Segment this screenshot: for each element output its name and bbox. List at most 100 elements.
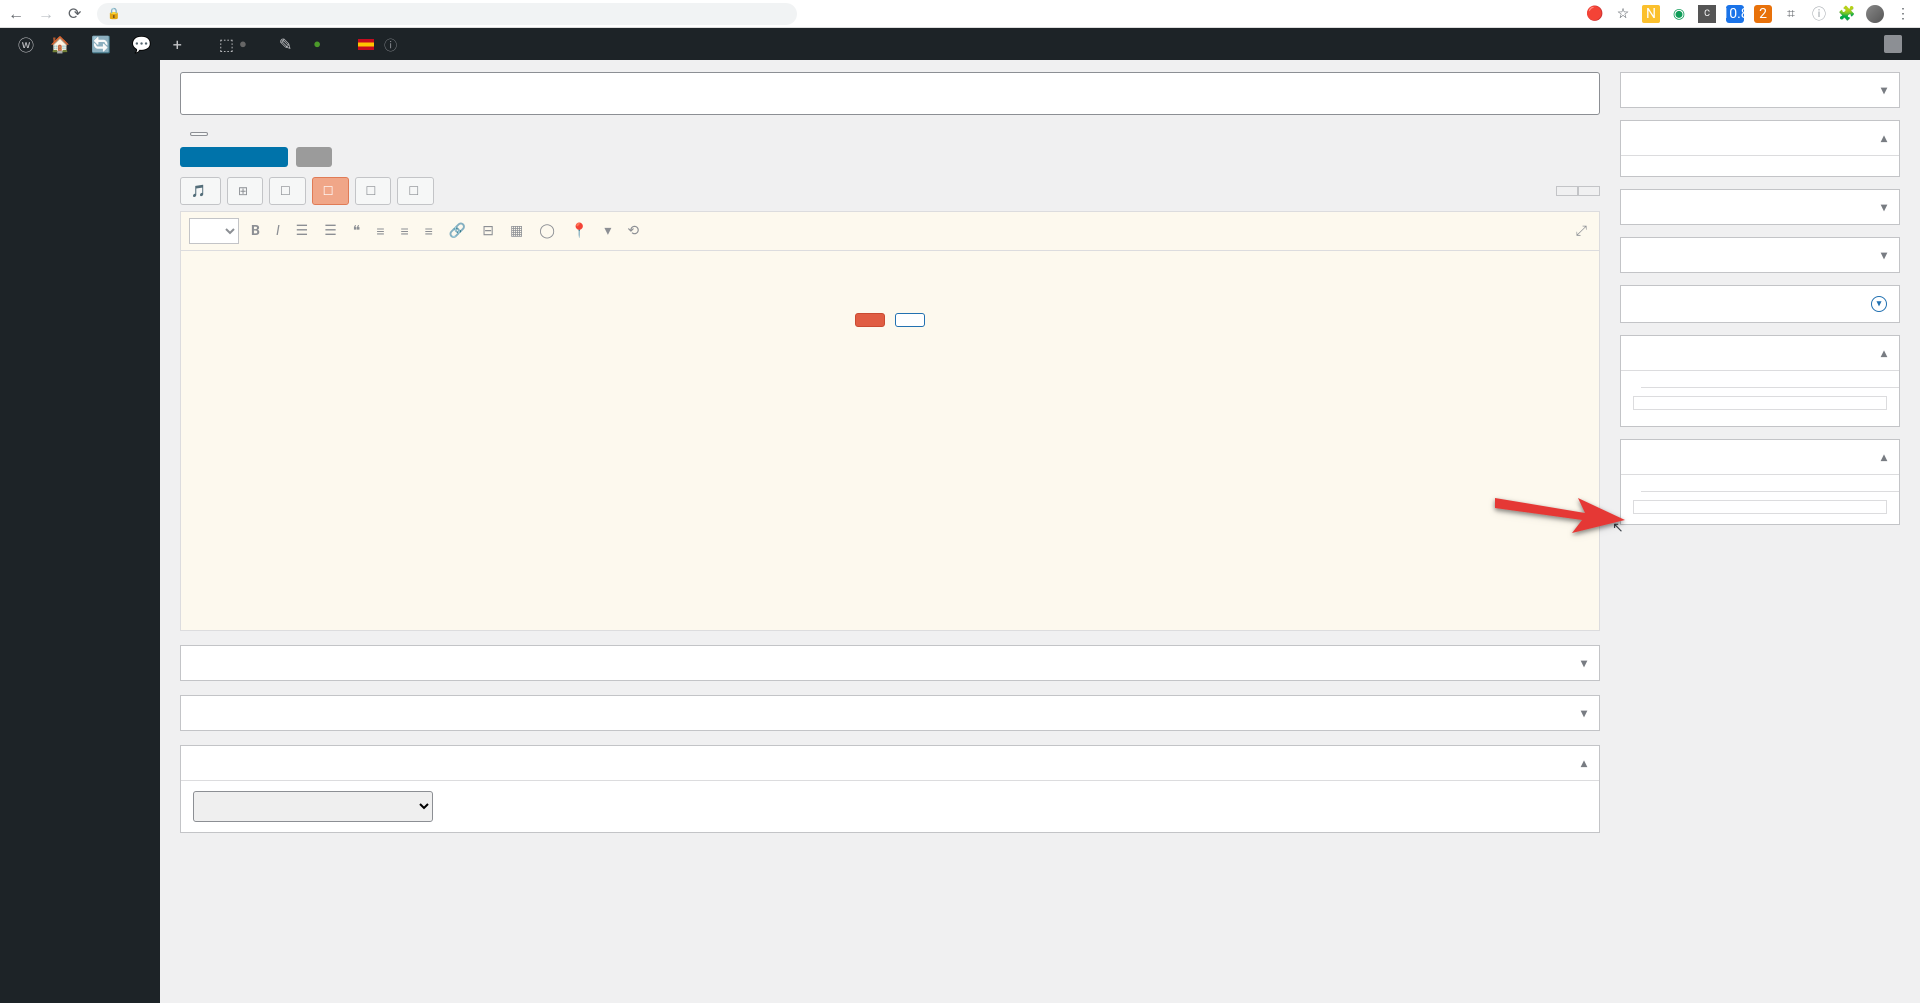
fields-views-button[interactable]: ☐: [269, 177, 306, 205]
grupo-campo-header[interactable]: ▾: [181, 646, 1599, 680]
extensions-icon[interactable]: 🧩: [1838, 5, 1856, 23]
ext-icon-info[interactable]: ⓘ: [1810, 5, 1828, 23]
cat-prof-header[interactable]: ▴: [1621, 336, 1899, 370]
quote-icon[interactable]: ❝: [349, 221, 365, 241]
edit-layout-button[interactable]: [855, 313, 885, 327]
template-layout-header[interactable]: ▾: [1621, 190, 1899, 224]
ext-icon-blue[interactable]: 10.8: [1726, 5, 1744, 23]
permalink-edit-button[interactable]: [190, 132, 208, 136]
cat-emp-most-used-tab[interactable]: [1641, 475, 1661, 491]
pin-icon[interactable]: 📍: [567, 221, 592, 241]
wp-admin-bar: ⓦ 🏠 🔄 💬 + ⬚● ✎ ● ⓘ: [0, 28, 1920, 60]
undo-icon[interactable]: ⟲: [623, 221, 643, 241]
number-list-icon[interactable]: ☰: [320, 221, 341, 241]
postgroup-header[interactable]: ▴: [1621, 121, 1899, 155]
text-tab[interactable]: [1578, 186, 1600, 196]
updates-link[interactable]: 🔄: [83, 28, 124, 60]
align-center-icon[interactable]: ≡: [396, 221, 412, 242]
forward-icon[interactable]: →: [38, 4, 54, 24]
heart-tab[interactable]: [180, 147, 216, 167]
cat-emp-list: [1633, 500, 1887, 514]
format-select[interactable]: [189, 218, 239, 244]
tinymce-toolbar: B I ☰ ☰ ❝ ≡ ≡ ≡ 🔗 ⊟ ▦ ◯ 📍 ▾ ⟲ ⤢: [180, 211, 1600, 251]
author-select[interactable]: [193, 791, 433, 822]
cat-prof-most-used-tab[interactable]: [1641, 371, 1661, 387]
ext-icon-grammarly[interactable]: ◉: [1670, 5, 1688, 23]
content-layout-button[interactable]: ☐: [312, 177, 349, 205]
ext-icon-yellow[interactable]: N: [1642, 5, 1660, 23]
toolset-icon[interactable]: ⬚●: [211, 28, 255, 60]
fullscreen-icon[interactable]: ⤢: [1572, 221, 1591, 241]
ext-icon-blue2[interactable]: 2: [1754, 5, 1772, 23]
browser-chrome: ← → ⟳ 🔒 🔴 ☆ N ◉ C 10.8 2 ⌗ ⓘ 🧩 ⋮: [0, 0, 1920, 28]
cat-prof-list: [1633, 396, 1887, 410]
lang-link[interactable]: ⓘ: [350, 28, 405, 60]
cat-prof-box: ▴: [1620, 335, 1900, 427]
custom-fields-header[interactable]: ▾: [181, 696, 1599, 730]
switch-layout-button[interactable]: [895, 313, 925, 327]
insert-popup-button[interactable]: ⊞: [227, 177, 263, 205]
italic-icon[interactable]: I: [272, 221, 284, 241]
back-icon[interactable]: ←: [8, 4, 24, 24]
site-link[interactable]: 🏠: [42, 28, 83, 60]
theme-options-link[interactable]: [334, 28, 350, 60]
chevron-up-icon: ▴: [1881, 450, 1887, 464]
language-box: ▾: [1620, 72, 1900, 108]
kleo-dropdown[interactable]: ▾: [600, 221, 615, 241]
comments-link[interactable]: 💬: [124, 28, 165, 60]
toolset-forms-button[interactable]: ☐: [355, 177, 392, 205]
more-icon[interactable]: ⊟: [478, 221, 498, 241]
custom-fields-box: ▾: [180, 695, 1600, 731]
align-right-icon[interactable]: ≡: [421, 221, 437, 242]
chevron-down-icon: ▾: [1581, 656, 1587, 670]
howdy-link[interactable]: [1867, 35, 1910, 53]
align-left-icon[interactable]: ≡: [372, 221, 388, 242]
chevron-up-icon: ▴: [1581, 756, 1587, 770]
postgroup-text: [1621, 155, 1899, 176]
toolbar-toggle-icon[interactable]: ▦: [506, 221, 527, 241]
author-box: ▴: [180, 745, 1600, 833]
grupo-campo-box: ▾: [180, 645, 1600, 681]
autoptimize-link[interactable]: ●: [305, 28, 334, 60]
ext-icon[interactable]: 🔴: [1586, 5, 1604, 23]
cat-prof-all-tab[interactable]: [1621, 371, 1641, 388]
csshero-link[interactable]: ✎: [271, 28, 305, 60]
frontend-editor-tab[interactable]: [252, 147, 288, 167]
ext-icon-square[interactable]: C: [1698, 5, 1716, 23]
add-media-button[interactable]: 🎵: [180, 177, 221, 205]
chevron-up-icon: ▴: [1881, 346, 1887, 360]
chevron-up-icon: ▴: [1881, 131, 1887, 145]
chevron-down-icon: ▾: [1881, 248, 1887, 262]
guide-link[interactable]: [195, 28, 211, 60]
url-bar[interactable]: 🔒: [97, 3, 797, 25]
bullet-list-icon[interactable]: ☰: [292, 221, 313, 241]
ext-icon-grid[interactable]: ⌗: [1782, 5, 1800, 23]
cat-emp-box: ▴: [1620, 439, 1900, 525]
access-button[interactable]: ☐: [397, 177, 434, 205]
template-layout-box: ▾: [1620, 189, 1900, 225]
bold-icon[interactable]: B: [247, 221, 264, 241]
wp-logo[interactable]: ⓦ: [10, 28, 42, 60]
author-header[interactable]: ▴: [181, 746, 1599, 780]
visual-tab[interactable]: [1556, 186, 1578, 196]
backend-editor-tab[interactable]: [216, 147, 252, 167]
profile-avatar[interactable]: [1866, 5, 1884, 23]
circle-icon[interactable]: ◯: [535, 221, 559, 241]
post-title-input[interactable]: [180, 72, 1600, 115]
link-icon[interactable]: 🔗: [445, 221, 470, 241]
access-icon: ☐: [408, 184, 419, 198]
gutenberg-editor-tab[interactable]: [296, 147, 332, 167]
toolset-link[interactable]: [255, 28, 271, 60]
publish-header[interactable]: ▾: [1621, 238, 1899, 272]
new-link[interactable]: +: [165, 28, 195, 60]
bookmark-icon[interactable]: ☆: [1614, 5, 1632, 23]
language-header[interactable]: ▾: [1621, 73, 1899, 107]
cat-guia-header[interactable]: ▾: [1621, 286, 1899, 322]
cat-emp-header[interactable]: ▴: [1621, 440, 1899, 474]
chevron-down-icon: ▾: [1581, 706, 1587, 720]
annotation-arrow: [1490, 478, 1630, 542]
flag-es-icon: [358, 39, 374, 50]
layout-notice: [180, 251, 1600, 631]
menu-icon[interactable]: ⋮: [1894, 5, 1912, 23]
reload-icon[interactable]: ⟳: [68, 4, 81, 24]
